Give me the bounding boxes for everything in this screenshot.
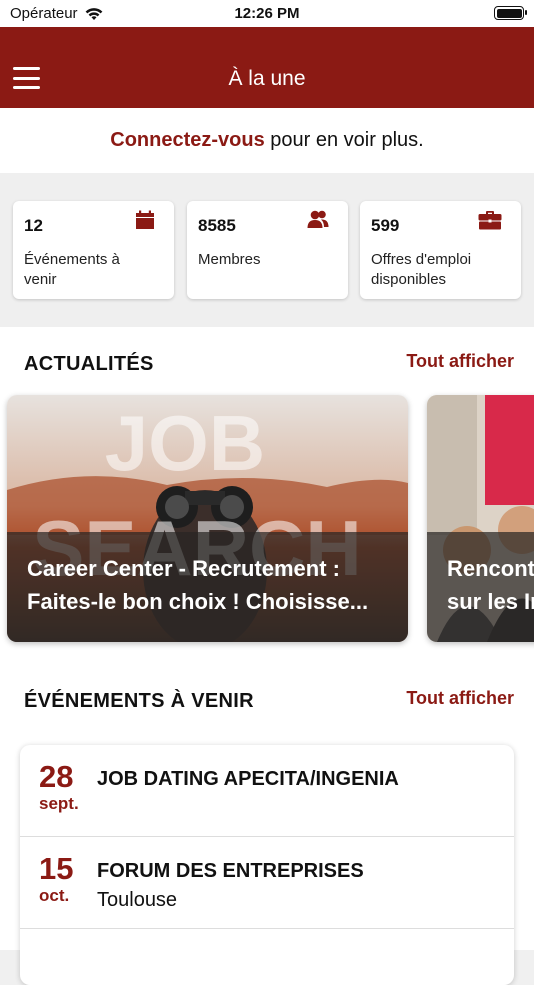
status-bar: Opérateur 12:26 PM [0, 0, 534, 27]
stat-card-members[interactable]: 8585 Membres [187, 201, 348, 299]
battery-icon [494, 6, 527, 20]
news-caption-line: Career Center - Recrutement : [27, 556, 340, 581]
event-day: 15 [39, 851, 74, 886]
event-day: 28 [39, 759, 74, 794]
stats-panel: 12 Événements à venir 8585 Membres 599 O… [0, 173, 534, 327]
event-location: Toulouse [97, 889, 178, 911]
members-icon [307, 210, 329, 228]
news-caption-line: Faites-le bon choix ! Choisisse... [27, 589, 369, 614]
news-caption-line: sur les In [447, 589, 534, 614]
login-prompt: Connectez-vous pour en voir plus. [0, 108, 534, 173]
stat-card-events[interactable]: 12 Événements à venir [13, 201, 174, 299]
news-caption-line: Rencont [447, 556, 534, 581]
news-see-all-link[interactable]: Tout afficher [406, 351, 514, 372]
login-prompt-text: pour en voir plus. [264, 129, 424, 151]
events-section-title: ÉVÉNEMENTS À VENIR [24, 690, 254, 712]
event-name: FORUM DES ENTREPRISES [97, 860, 364, 882]
news-card[interactable]: Rencont sur les In [427, 395, 534, 642]
events-list: 28 sept. JOB DATING APECITA/INGENIA 15 o… [20, 745, 514, 985]
login-link[interactable]: Connectez-vous [110, 129, 264, 151]
nav-bar: À la une [0, 27, 534, 108]
event-month: oct. [39, 886, 70, 905]
stat-card-jobs[interactable]: 599 Offres d'emploi disponibles [360, 201, 521, 299]
stat-label: Offres d'emploi disponibles [371, 251, 472, 288]
news-section-title: ACTUALITÉS [24, 353, 154, 375]
event-item[interactable] [20, 929, 514, 985]
events-see-all-link[interactable]: Tout afficher [406, 688, 514, 709]
page-title: À la une [228, 67, 306, 90]
stat-label: Membres [198, 251, 261, 268]
calendar-icon [136, 210, 154, 229]
news-image-text-top: JOB [105, 399, 265, 487]
news-card[interactable]: JOB SEARCH Career Center - Recrutement :… [7, 395, 408, 642]
event-item[interactable]: 15 oct. FORUM DES ENTREPRISES Toulouse [20, 837, 514, 929]
event-item[interactable]: 28 sept. JOB DATING APECITA/INGENIA [20, 745, 514, 837]
news-caption: Rencont sur les In [427, 532, 534, 642]
news-caption: Career Center - Recrutement : Faites-le … [7, 532, 408, 642]
briefcase-icon [478, 211, 502, 230]
event-name: JOB DATING APECITA/INGENIA [97, 768, 399, 790]
event-month: sept. [39, 794, 79, 813]
clock: 12:26 PM [234, 5, 300, 22]
stat-label: Événements à venir [24, 251, 120, 288]
